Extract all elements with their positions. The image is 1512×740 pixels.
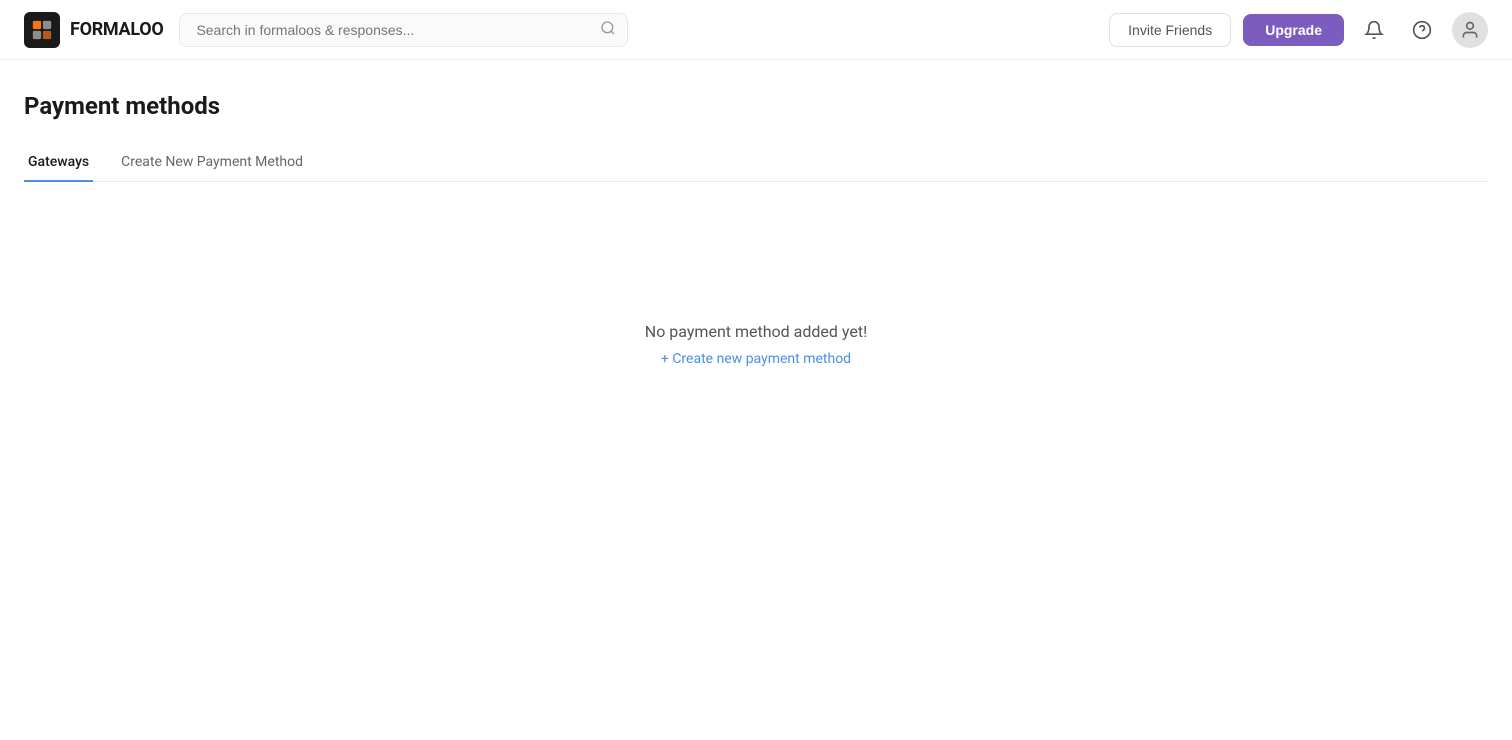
logo[interactable]: FORMALOO	[24, 12, 163, 48]
bell-icon	[1364, 20, 1384, 40]
search-container	[179, 13, 628, 47]
tab-gateways[interactable]: Gateways	[24, 144, 93, 182]
tab-create-new-payment-method[interactable]: Create New Payment Method	[117, 144, 307, 182]
empty-state: No payment method added yet! + Create ne…	[24, 182, 1488, 367]
main-content: Payment methods Gateways Create New Paym…	[0, 60, 1512, 367]
empty-state-message: No payment method added yet!	[645, 322, 867, 341]
search-input[interactable]	[179, 13, 628, 47]
help-button[interactable]	[1404, 12, 1440, 48]
page-title: Payment methods	[24, 92, 1488, 120]
create-payment-method-link[interactable]: + Create new payment method	[661, 351, 851, 367]
invite-friends-button[interactable]: Invite Friends	[1109, 13, 1231, 47]
logo-icon	[24, 12, 60, 48]
header-actions: Invite Friends Upgrade	[1109, 12, 1488, 48]
header: FORMALOO Invite Friends Upgrade	[0, 0, 1512, 60]
user-avatar-button[interactable]	[1452, 12, 1488, 48]
help-icon	[1412, 20, 1432, 40]
tabs-nav: Gateways Create New Payment Method	[24, 144, 1488, 182]
logo-text: FORMALOO	[70, 19, 163, 40]
upgrade-button[interactable]: Upgrade	[1243, 14, 1344, 46]
notifications-button[interactable]	[1356, 12, 1392, 48]
user-icon	[1460, 20, 1480, 40]
